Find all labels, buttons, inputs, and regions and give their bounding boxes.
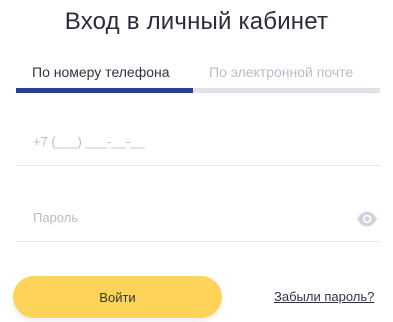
phone-input[interactable] bbox=[33, 127, 333, 155]
password-input[interactable] bbox=[33, 203, 333, 231]
tab-phone[interactable]: По номеру телефона bbox=[32, 64, 170, 80]
phone-field-container bbox=[16, 121, 380, 166]
eye-icon[interactable] bbox=[356, 208, 378, 230]
login-button[interactable]: Войти bbox=[13, 276, 222, 318]
forgot-password-link[interactable]: Забыли пароль? bbox=[274, 289, 374, 304]
tab-email[interactable]: По электронной почте bbox=[209, 64, 353, 80]
active-tab-indicator bbox=[16, 88, 193, 93]
login-method-tabs: По номеру телефона По электронной почте bbox=[16, 60, 380, 94]
password-field-container bbox=[16, 197, 380, 242]
page-title: Вход в личный кабинет bbox=[64, 8, 329, 35]
login-form-panel: Вход в личный кабинет По номеру телефона… bbox=[0, 0, 393, 322]
